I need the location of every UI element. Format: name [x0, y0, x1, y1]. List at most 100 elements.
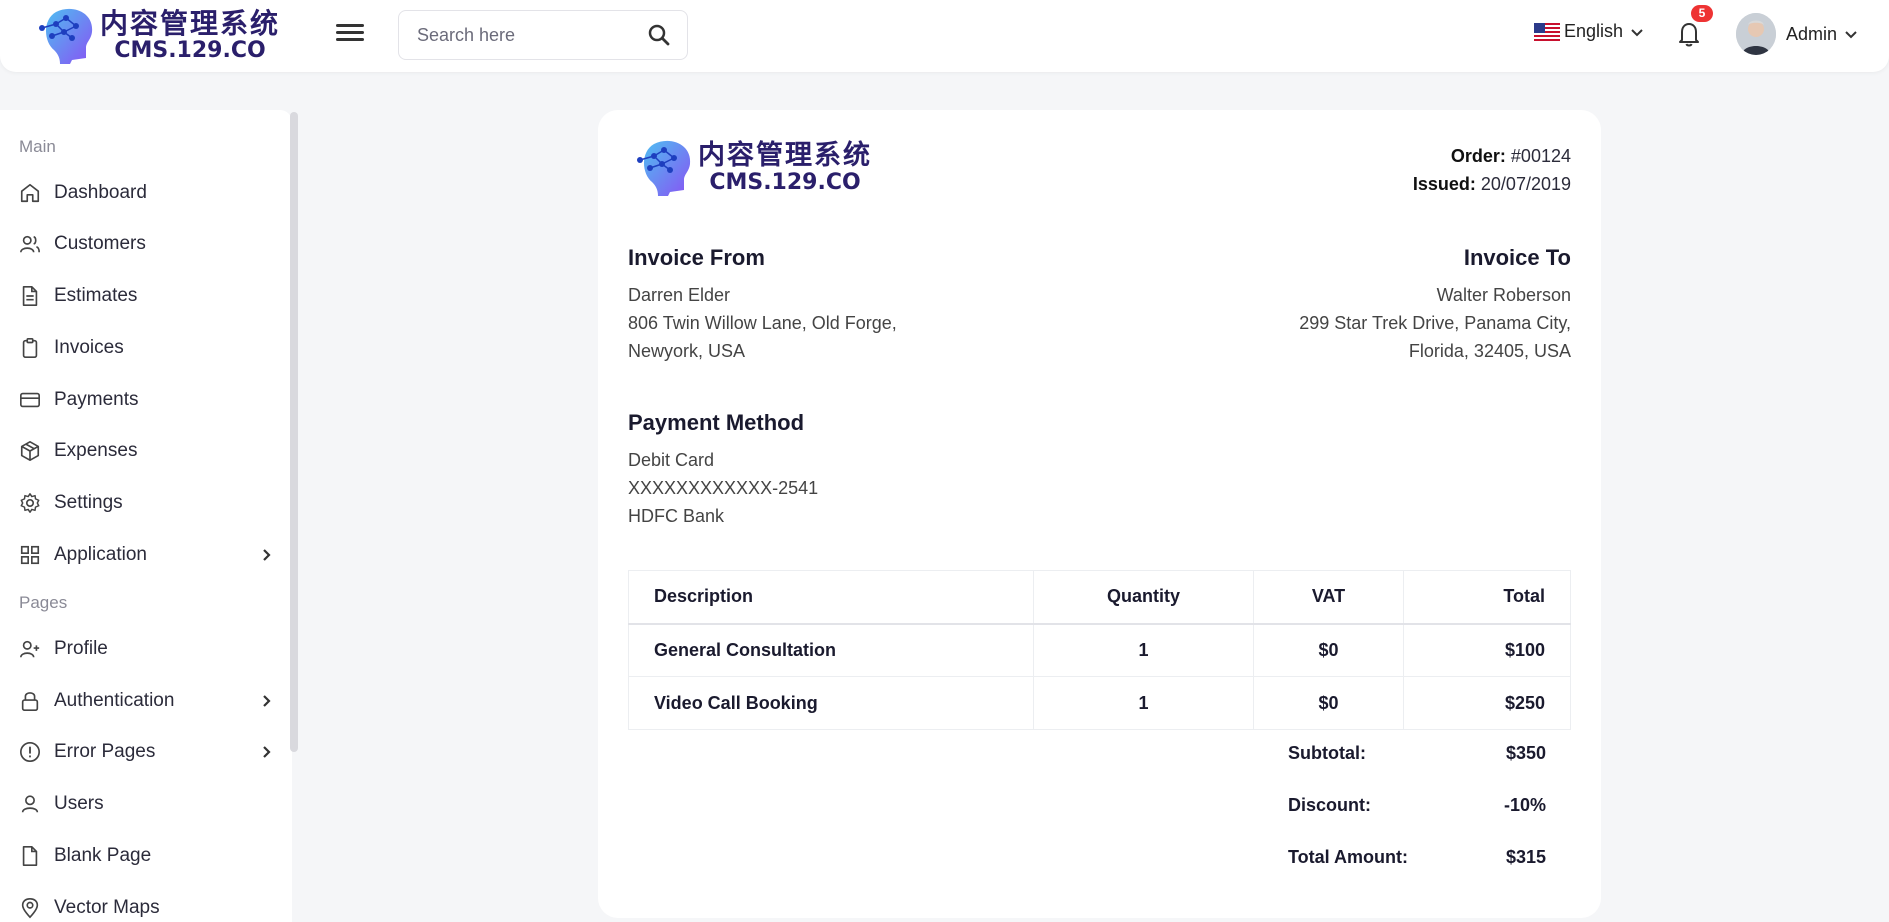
alert-circle-icon — [20, 742, 40, 762]
lock-icon — [21, 692, 39, 711]
sidebar-item-label: Expenses — [54, 440, 138, 461]
user-menu[interactable]: Admin — [1736, 13, 1859, 55]
chevron-down-icon — [1631, 28, 1643, 36]
sidebar-item-label: Users — [54, 793, 104, 814]
sidebar-item-application[interactable]: Application — [0, 535, 290, 575]
to-line: 299 Star Trek Drive, Panama City, — [1299, 313, 1571, 333]
to-line: Walter Roberson — [1436, 285, 1571, 305]
sidebar-item-invoices[interactable]: Invoices — [0, 328, 290, 368]
sidebar-item-label: Estimates — [54, 285, 138, 306]
discount-value: -10% — [1503, 794, 1546, 815]
sidebar-item-label: Blank Page — [54, 845, 152, 866]
invoice-from-title: Invoice From — [628, 245, 765, 270]
sidebar-item-label: Application — [54, 544, 147, 565]
users-icon — [20, 235, 40, 253]
to-line: Florida, 32405, USA — [1408, 341, 1571, 361]
issued-date: 20/07/2019 — [1480, 174, 1571, 194]
sidebar-item-label: Error Pages — [54, 741, 156, 762]
sidebar-item-vector-maps[interactable]: Vector Maps — [0, 888, 290, 922]
home-icon — [20, 183, 40, 203]
table-row: General Consultation 1 $0 $100 — [628, 623, 1571, 677]
sidebar-item-settings[interactable]: Settings — [0, 483, 290, 523]
sidebar-item-blank-page[interactable]: Blank Page — [0, 836, 290, 876]
table-row: Video Call Booking 1 $0 $250 — [628, 676, 1571, 730]
brain-logo-icon — [637, 140, 691, 196]
column-header-total: Total — [1403, 570, 1571, 625]
user-name: Admin — [1786, 23, 1838, 44]
cell-vat: $0 — [1253, 623, 1404, 677]
cell-description: Video Call Booking — [628, 676, 1034, 730]
total-amount-label: Total Amount: — [1288, 846, 1408, 867]
package-icon — [20, 441, 40, 461]
order-label: Order: — [1450, 146, 1506, 166]
invoice-to: Invoice To Walter Roberson 299 Star Trek… — [1299, 245, 1571, 365]
chevron-right-icon — [263, 746, 271, 758]
invoice-card: 内容管理系统 CMS.129.CO Order: #00124 Issued: … — [598, 110, 1601, 918]
logo-cn-text: 内容管理系统 — [100, 6, 281, 40]
map-pin-icon — [21, 898, 39, 919]
payment-line: XXXXXXXXXXXX-2541 — [628, 478, 819, 498]
issued-label: Issued: — [1412, 174, 1476, 194]
top-header: 内容管理系统 CMS.129.CO English 5 Admin — [0, 0, 1889, 72]
invoice-items-table: Description Quantity VAT Total General C… — [628, 570, 1571, 730]
file-icon — [22, 846, 38, 866]
sidebar-item-label: Payments — [54, 389, 139, 410]
from-line: Darren Elder — [628, 285, 731, 305]
file-text-icon — [22, 286, 38, 306]
discount-row: Discount: -10% — [1288, 779, 1546, 831]
grid-icon — [20, 545, 40, 565]
subtotal-row: Subtotal: $350 — [1288, 727, 1546, 779]
language-selector[interactable]: English — [1534, 21, 1645, 42]
column-header-vat: VAT — [1253, 570, 1404, 625]
invoice-to-title: Invoice To — [1463, 245, 1571, 270]
bell-icon[interactable] — [1676, 20, 1702, 48]
sidebar-item-label: Invoices — [54, 337, 124, 358]
sidebar-item-estimates[interactable]: Estimates — [0, 276, 290, 316]
search-box — [398, 10, 688, 60]
sidebar-scrollbar[interactable] — [290, 112, 298, 752]
invoice-from: Invoice From Darren Elder 806 Twin Willo… — [628, 245, 897, 365]
sidebar-item-dashboard[interactable]: Dashboard — [0, 173, 290, 213]
discount-label: Discount: — [1288, 794, 1371, 815]
from-line: Newyork, USA — [628, 341, 746, 361]
credit-card-icon — [20, 392, 40, 408]
invoice-logo: 内容管理系统 CMS.129.CO — [634, 136, 872, 200]
payment-method-title: Payment Method — [628, 410, 805, 435]
column-header-quantity: Quantity — [1033, 570, 1254, 625]
section-label-pages: Pages — [19, 593, 68, 612]
cell-description: General Consultation — [628, 623, 1034, 677]
app-logo[interactable]: 内容管理系统 CMS.129.CO — [36, 6, 280, 66]
cell-vat: $0 — [1253, 676, 1404, 730]
sidebar-item-authentication[interactable]: Authentication — [0, 681, 290, 721]
cell-quantity: 1 — [1033, 623, 1254, 677]
column-header-description: Description — [628, 570, 1034, 625]
clipboard-icon — [22, 338, 38, 358]
sidebar-item-label: Settings — [54, 492, 123, 513]
logo-cn-text: 内容管理系统 — [698, 140, 872, 172]
sidebar-item-expenses[interactable]: Expenses — [0, 431, 290, 471]
language-label: English — [1564, 21, 1624, 41]
invoice-totals: Subtotal: $350 Discount: -10% Total Amou… — [1288, 727, 1546, 883]
search-icon[interactable] — [647, 23, 671, 47]
cell-total: $100 — [1403, 623, 1571, 677]
menu-toggle-icon[interactable] — [336, 20, 364, 48]
sidebar-item-profile[interactable]: Profile — [0, 629, 290, 669]
chevron-right-icon — [263, 695, 271, 707]
subtotal-value: $350 — [1505, 742, 1546, 763]
chevron-right-icon — [263, 549, 271, 561]
sidebar-item-customers[interactable]: Customers — [0, 224, 290, 264]
chevron-down-icon — [1845, 31, 1857, 39]
subtotal-label: Subtotal: — [1288, 742, 1366, 763]
user-plus-icon — [20, 640, 40, 658]
table-header-row: Description Quantity VAT Total — [628, 570, 1571, 625]
payment-line: Debit Card — [628, 450, 715, 470]
us-flag-icon — [1534, 22, 1560, 41]
payment-method: Payment Method Debit Card XXXXXXXXXXXX-2… — [628, 410, 818, 530]
sidebar-item-users[interactable]: Users — [0, 784, 290, 824]
brain-logo-icon — [39, 8, 93, 65]
sidebar-item-payments[interactable]: Payments — [0, 380, 290, 420]
order-number: #00124 — [1510, 146, 1571, 166]
sidebar-item-error-pages[interactable]: Error Pages — [0, 732, 290, 772]
logo-en-text: CMS.129.CO — [709, 169, 861, 195]
search-input[interactable] — [417, 25, 637, 46]
